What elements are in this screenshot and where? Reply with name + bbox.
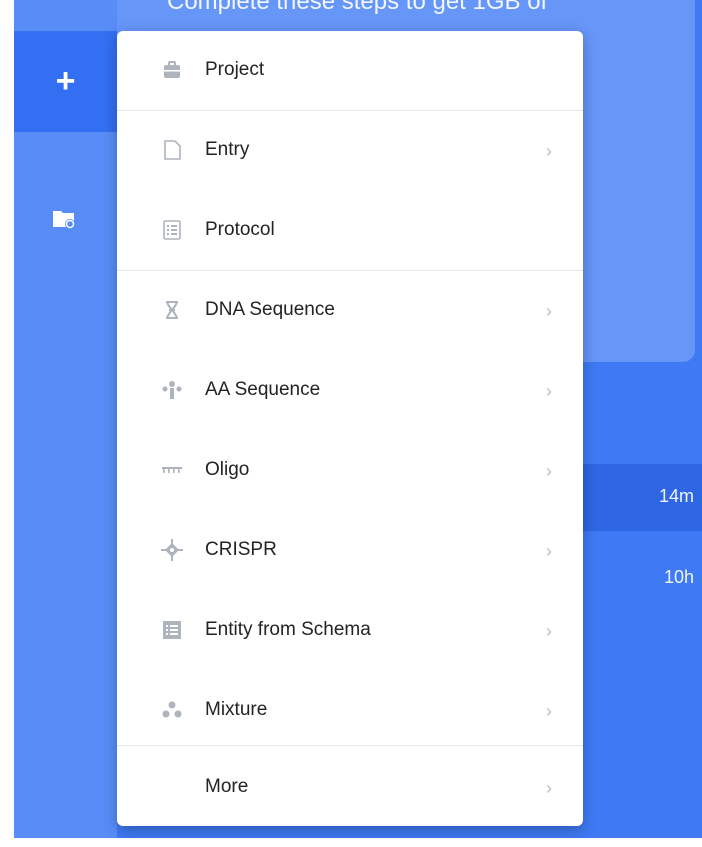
chevron-right-icon: ›: [546, 461, 552, 481]
dna-icon: [166, 300, 178, 320]
menu-divider: [117, 745, 583, 746]
menu-item-mixture[interactable]: Mixture ›: [117, 671, 583, 751]
menu-item-label: Mixture: [205, 699, 268, 720]
menu-item-project[interactable]: Project: [117, 31, 583, 111]
menu-item-label: Oligo: [205, 459, 250, 480]
left-rail: +: [14, 0, 117, 847]
menu-item-label: CRISPR: [205, 539, 277, 560]
chevron-right-icon: ›: [546, 381, 552, 401]
chevron-right-icon: ›: [546, 141, 552, 161]
timestamp-2: 10h: [663, 567, 694, 587]
menu-item-dna-sequence[interactable]: DNA Sequence ›: [117, 271, 583, 351]
chevron-right-icon: ›: [546, 301, 552, 321]
folder-icon[interactable]: [52, 207, 76, 231]
menu-item-oligo[interactable]: Oligo ›: [117, 431, 583, 511]
menu-item-label: Project: [205, 59, 265, 80]
chevron-right-icon: ›: [546, 778, 552, 798]
menu-item-label: Entity from Schema: [205, 619, 371, 640]
list-icon: [163, 220, 181, 240]
mixture-icon: [162, 701, 182, 718]
timestamp-1: 14m: [658, 486, 694, 506]
menu-item-label: DNA Sequence: [205, 299, 335, 320]
chevron-right-icon: ›: [546, 701, 552, 721]
menu-item-label: More: [205, 776, 249, 797]
menu-item-label: Protocol: [205, 219, 275, 240]
menu-item-label: Entry: [205, 139, 250, 160]
banner-text: Complete these steps to get 1GB of: [167, 0, 548, 15]
document-icon: [164, 140, 181, 160]
aa-sequence-icon: [162, 381, 182, 399]
chevron-right-icon: ›: [546, 541, 552, 561]
page-bottom-border: [0, 838, 702, 847]
menu-item-protocol[interactable]: Protocol: [117, 191, 583, 271]
menu-item-aa-sequence[interactable]: AA Sequence ›: [117, 351, 583, 431]
menu-item-entry[interactable]: Entry ›: [117, 111, 583, 191]
crispr-icon: [161, 539, 183, 561]
menu-item-label: AA Sequence: [205, 379, 321, 400]
create-menu: Project Entry › Protocol DNA Sequence ›: [117, 31, 583, 826]
oligo-icon: [162, 467, 182, 473]
menu-item-crispr[interactable]: CRISPR ›: [117, 511, 583, 591]
menu-item-entity-from-schema[interactable]: Entity from Schema ›: [117, 591, 583, 671]
create-button[interactable]: +: [14, 31, 117, 132]
briefcase-icon: [164, 61, 180, 78]
menu-item-more[interactable]: More ›: [117, 748, 583, 826]
schema-icon: [163, 621, 181, 639]
chevron-right-icon: ›: [546, 621, 552, 641]
